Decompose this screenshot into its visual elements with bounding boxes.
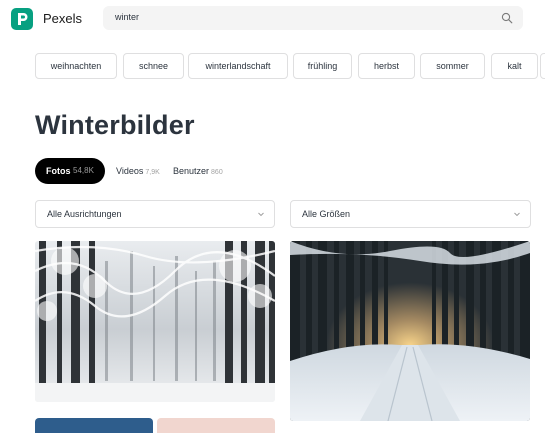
- orientation-select-value: Alle Ausrichtungen: [47, 209, 122, 219]
- brand-name[interactable]: Pexels: [43, 11, 82, 26]
- tab-label: Benutzer: [173, 166, 210, 176]
- snowy-forest-road-photo[interactable]: [290, 241, 530, 421]
- size-select[interactable]: Alle Größen: [290, 200, 531, 228]
- pexels-logo-icon[interactable]: [11, 8, 33, 30]
- snowy-forest-photo[interactable]: [35, 241, 275, 402]
- tab-label: Videos: [116, 166, 144, 176]
- chip-kalt[interactable]: kalt: [491, 53, 538, 79]
- page-title: Winterbilder: [35, 110, 195, 140]
- search-icon[interactable]: [501, 12, 513, 24]
- chip-winterlandschaft[interactable]: winterlandschaft: [188, 53, 288, 79]
- search-input[interactable]: winter: [115, 12, 139, 22]
- chip-schnee[interactable]: schnee: [123, 53, 184, 79]
- search-bar[interactable]: winter: [103, 6, 523, 30]
- chip-fruehling[interactable]: frühling: [293, 53, 352, 79]
- tab-count: 7,9K: [145, 169, 160, 176]
- related-searches: weihnachten schnee winterlandschaft früh…: [35, 53, 545, 79]
- chevron-down-icon: [258, 212, 264, 217]
- chip-weihnachten[interactable]: weihnachten: [35, 53, 117, 79]
- size-select-value: Alle Größen: [302, 209, 351, 219]
- chip-herbst[interactable]: herbst: [358, 53, 415, 79]
- tab-count: 54,8K: [73, 166, 94, 175]
- tab-videos[interactable]: Videos 7,9K: [116, 166, 160, 176]
- photo-thumbnail[interactable]: [157, 418, 275, 433]
- orientation-select[interactable]: Alle Ausrichtungen: [35, 200, 275, 228]
- tab-fotos[interactable]: Fotos 54,8K: [35, 158, 105, 184]
- tab-label: Fotos: [46, 166, 71, 176]
- tab-count: 860: [211, 169, 223, 176]
- photo-thumbnail[interactable]: [35, 418, 153, 433]
- top-bar: Pexels winter: [0, 0, 545, 38]
- chevron-down-icon: [514, 212, 520, 217]
- tab-benutzer[interactable]: Benutzer 860: [173, 166, 223, 176]
- chip-sommer[interactable]: sommer: [420, 53, 485, 79]
- chip-next[interactable]: [540, 53, 545, 79]
